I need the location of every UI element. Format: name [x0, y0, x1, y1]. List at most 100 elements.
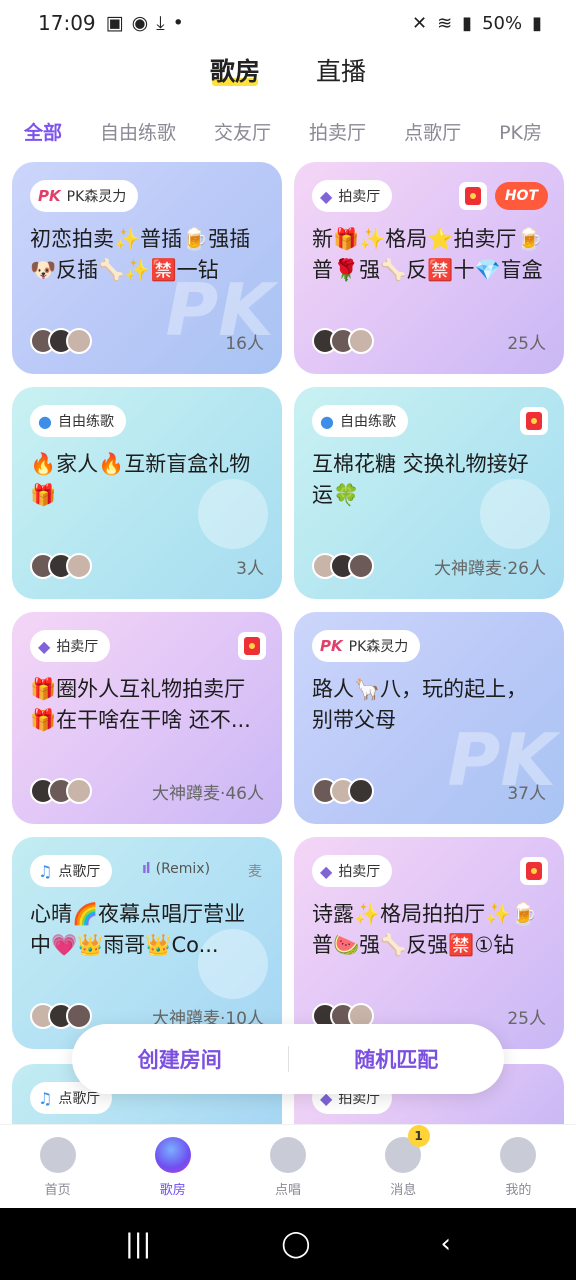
pk-icon: PK: [38, 187, 61, 205]
status-bar: 17:09 ▣ ◉ ⤓ • ✕ ≋ ▮ 50% ▮: [0, 0, 576, 46]
room-card[interactable]: ◆ 拍卖厅 HOT 新🎁✨格局⭐拍卖厅🍺普🌹强🦴反🈲十💎盲盒 25人: [294, 162, 564, 374]
room-tag-label: 拍卖厅: [56, 639, 99, 655]
avatar: [66, 1003, 92, 1029]
category-auction[interactable]: 拍卖厅: [309, 118, 366, 145]
song-room-icon: [154, 1137, 191, 1173]
room-count: 37人: [507, 784, 546, 804]
room-card[interactable]: ◆ 拍卖厅 🎁圈外人互礼物拍卖厅🎁在干啥在干啥 还不... 大神蹲麦·46人: [12, 612, 282, 824]
system-nav-bar: ||| ◯ ‹: [0, 1208, 576, 1280]
pk-icon: PK: [320, 637, 343, 655]
room-tag: PK PK森灵力: [312, 630, 421, 662]
create-room-button[interactable]: 创建房间: [72, 1044, 288, 1074]
sing-icon: [270, 1137, 306, 1173]
room-card[interactable]: PK PK PK森灵力 初恋拍卖✨普插🍺强插🐶反插🦴✨🈲一钻 16人: [12, 162, 282, 374]
music-note-icon: ♫: [38, 1088, 53, 1108]
signal-icon: ▮: [462, 12, 473, 34]
gallery-icon: ▣: [105, 12, 124, 34]
tab-song-room[interactable]: 歌房: [210, 52, 260, 92]
room-card[interactable]: ◆ 拍卖厅 诗露✨格局拍拍厅✨🍺普🍉强🦴反强🈲①钻 25人: [294, 837, 564, 1049]
room-card[interactable]: ♫ 点歌厅 ıl (Remix) 麦 心晴🌈夜幕点唱厅营业中💗👑雨哥👑Co...…: [12, 837, 282, 1049]
battery-text: 50%: [482, 12, 523, 34]
back-icon[interactable]: ‹: [441, 1229, 451, 1259]
red-packet-icon: [520, 407, 548, 435]
app-icon: ◉: [131, 12, 149, 34]
room-tag-label: 自由练歌: [339, 414, 396, 430]
room-tag-label: 拍卖厅: [338, 864, 381, 880]
room-title: 心晴🌈夜幕点唱厅营业中💗👑雨哥👑Co...: [30, 902, 246, 957]
avatar-group: [30, 553, 92, 579]
tab-live[interactable]: 直播: [316, 52, 366, 92]
room-card[interactable]: ● 自由练歌 互棉花糖 交换礼物接好运🍀 大神蹲麦·26人: [294, 387, 564, 599]
category-song-request[interactable]: 点歌厅: [404, 118, 461, 145]
nav-profile[interactable]: 我的: [461, 1125, 576, 1208]
gavel-icon: ◆: [320, 186, 333, 206]
nav-label: 首页: [44, 1183, 71, 1198]
nav-label: 歌房: [159, 1183, 186, 1198]
dot-icon: •: [172, 12, 184, 34]
category-all[interactable]: 全部: [24, 118, 62, 145]
nav-home[interactable]: 首页: [0, 1125, 115, 1208]
download-icon: ⤓: [156, 12, 165, 34]
avatar: [66, 778, 92, 804]
room-count: 大神蹲麦·46人: [151, 784, 264, 804]
room-tag-label: PK森灵力: [66, 189, 127, 205]
top-tabs: 歌房 直播: [0, 52, 576, 92]
room-tag: ◆ 拍卖厅: [30, 630, 111, 662]
equalizer-icon: ıl: [142, 861, 151, 877]
gavel-icon: ◆: [38, 636, 51, 656]
avatar-group: [312, 553, 374, 579]
badges: [520, 857, 548, 885]
room-card[interactable]: PK PK PK森灵力 路人🦙八，玩的起上，别带父母 37人: [294, 612, 564, 824]
room-count: 大神蹲麦·26人: [433, 559, 546, 579]
room-tag: ● 自由练歌: [30, 405, 126, 437]
bottom-nav: 首页 歌房 点唱 1 消息 我的: [0, 1124, 576, 1208]
message-badge: 1: [407, 1125, 430, 1147]
red-packet-icon: [520, 857, 548, 885]
nav-sing[interactable]: 点唱: [230, 1125, 345, 1208]
nav-label: 点唱: [275, 1183, 302, 1198]
search-note-icon: ●: [38, 411, 52, 431]
room-count: 16人: [225, 334, 264, 354]
category-social[interactable]: 交友厅: [214, 118, 271, 145]
nav-messages[interactable]: 1 消息: [346, 1125, 461, 1208]
avatar-group: [30, 328, 92, 354]
now-playing-label: (Remix): [155, 861, 211, 877]
avatar: [348, 778, 374, 804]
avatar: [66, 553, 92, 579]
room-card[interactable]: ● 自由练歌 🔥家人🔥互新盲盒礼物🎁 3人: [12, 387, 282, 599]
category-pk[interactable]: PK房: [499, 118, 542, 145]
nav-song-room[interactable]: 歌房: [115, 1125, 230, 1208]
room-title: 诗露✨格局拍拍厅✨🍺普🍉强🦴反强🈲①钻: [312, 902, 538, 957]
room-title: 路人🦙八，玩的起上，别带父母: [312, 677, 528, 732]
home-icon: [39, 1137, 76, 1173]
wifi-icon: ≋: [437, 12, 453, 34]
avatar: [348, 553, 374, 579]
room-tag: PK PK森灵力: [30, 180, 139, 212]
room-title: 🔥家人🔥互新盲盒礼物🎁: [30, 452, 251, 507]
badges: HOT: [458, 182, 548, 210]
status-right: ✕ ≋ ▮ 50% ▮: [412, 13, 542, 34]
room-tag: ◆ 拍卖厅: [312, 855, 393, 887]
room-tag-label: PK森灵力: [348, 639, 409, 655]
random-match-button[interactable]: 随机匹配: [289, 1044, 505, 1074]
avatar: [66, 328, 92, 354]
avatar-group: [312, 328, 374, 354]
category-free-practice[interactable]: 自由练歌: [100, 118, 176, 145]
category-row: 全部 自由练歌 交友厅 拍卖厅 点歌厅 PK房: [24, 118, 576, 145]
room-count: 25人: [507, 334, 546, 354]
avatar: [348, 328, 374, 354]
room-title: 互棉花糖 交换礼物接好运🍀: [312, 452, 529, 507]
profile-icon: [500, 1137, 537, 1173]
room-tag-label: 拍卖厅: [338, 189, 381, 205]
room-tag: ◆ 拍卖厅: [312, 180, 393, 212]
avatar-group: [312, 778, 374, 804]
mic-label: 麦: [248, 864, 262, 880]
home-circle-icon[interactable]: ◯: [281, 1229, 310, 1259]
room-title: 🎁圈外人互礼物拍卖厅🎁在干啥在干啥 还不...: [30, 677, 251, 732]
room-tag-label: 点歌厅: [58, 864, 101, 880]
room-tag: ● 自由练歌: [312, 405, 408, 437]
recents-icon[interactable]: |||: [125, 1229, 151, 1259]
nav-label: 消息: [390, 1183, 417, 1198]
badges: [520, 407, 548, 435]
avatar-group: [30, 778, 92, 804]
